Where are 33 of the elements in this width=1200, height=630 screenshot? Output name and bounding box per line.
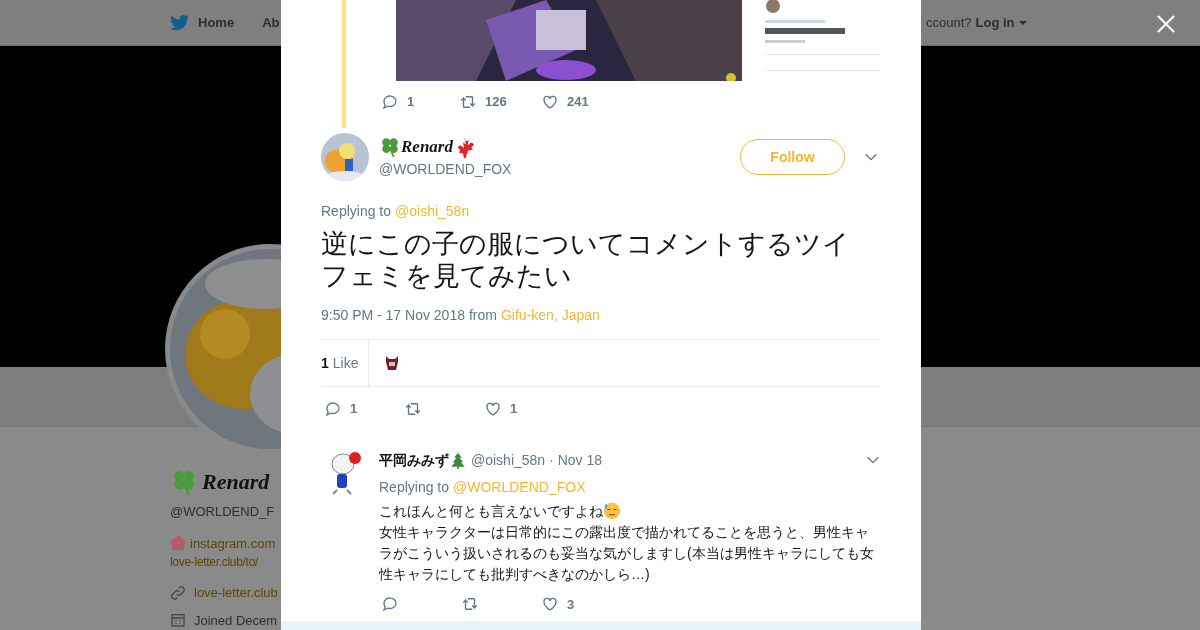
action-count: 241 (567, 92, 589, 111)
action-count: 3 (567, 595, 575, 614)
profile-name: Renard (202, 468, 270, 496)
mention-link[interactable]: @WORLDEND_FOX (453, 476, 586, 498)
bio-link[interactable]: instagram.com (190, 533, 276, 553)
action-count: 1 (350, 400, 358, 418)
from-label: from (469, 306, 497, 325)
joined-date: Joined Decem (194, 611, 278, 630)
mention-link[interactable]: @oishi_58n (395, 201, 470, 222)
login-button[interactable]: Log in (975, 12, 1027, 33)
replying-label: Replying to (379, 477, 450, 497)
login-prompt: ccount? (926, 13, 972, 32)
reply-text: 女性キャラクターは日常的にこの露出度で描かれてることを思うと、男性キャラがこういう扱いされるのも妥当な気がしますし(本当は男性キャラにしても女性キャラにしても批判すべきなのかしら…) (379, 522, 875, 584)
replying-label: Replying to (321, 202, 392, 221)
action-count: 1 (510, 400, 518, 418)
tweet-date[interactable]: · Nov 18 (549, 449, 603, 471)
nav-link[interactable]: Home (170, 12, 235, 33)
action-count: 1 (407, 92, 415, 111)
likes-label[interactable]: Like (332, 352, 359, 374)
website-link[interactable]: love-letter.club (194, 583, 278, 603)
bio-link[interactable]: love-letter.club/to/ (170, 553, 259, 571)
likes-count[interactable]: 1 (321, 352, 329, 374)
tweet-text: 逆にこの子の服についてコメントするツイフェミを見てみたい (321, 228, 851, 292)
user-name[interactable]: 平岡みみず (379, 449, 449, 471)
profile-handle: @WORLDEND_F (170, 503, 275, 521)
reply-text: これほんと何とも言えないですよね (379, 501, 603, 521)
user-name[interactable]: Renard (401, 133, 453, 160)
user-handle[interactable]: @oishi_58n (471, 449, 546, 471)
place-link[interactable]: Gifu-ken, Japan (501, 305, 600, 326)
action-count: 126 (485, 92, 507, 111)
tweet-time: 9:50 PM - 17 Nov 2018 (321, 306, 465, 325)
user-handle[interactable]: @WORLDEND_FOX (379, 159, 512, 181)
nav-link[interactable]: Ab (262, 12, 280, 33)
